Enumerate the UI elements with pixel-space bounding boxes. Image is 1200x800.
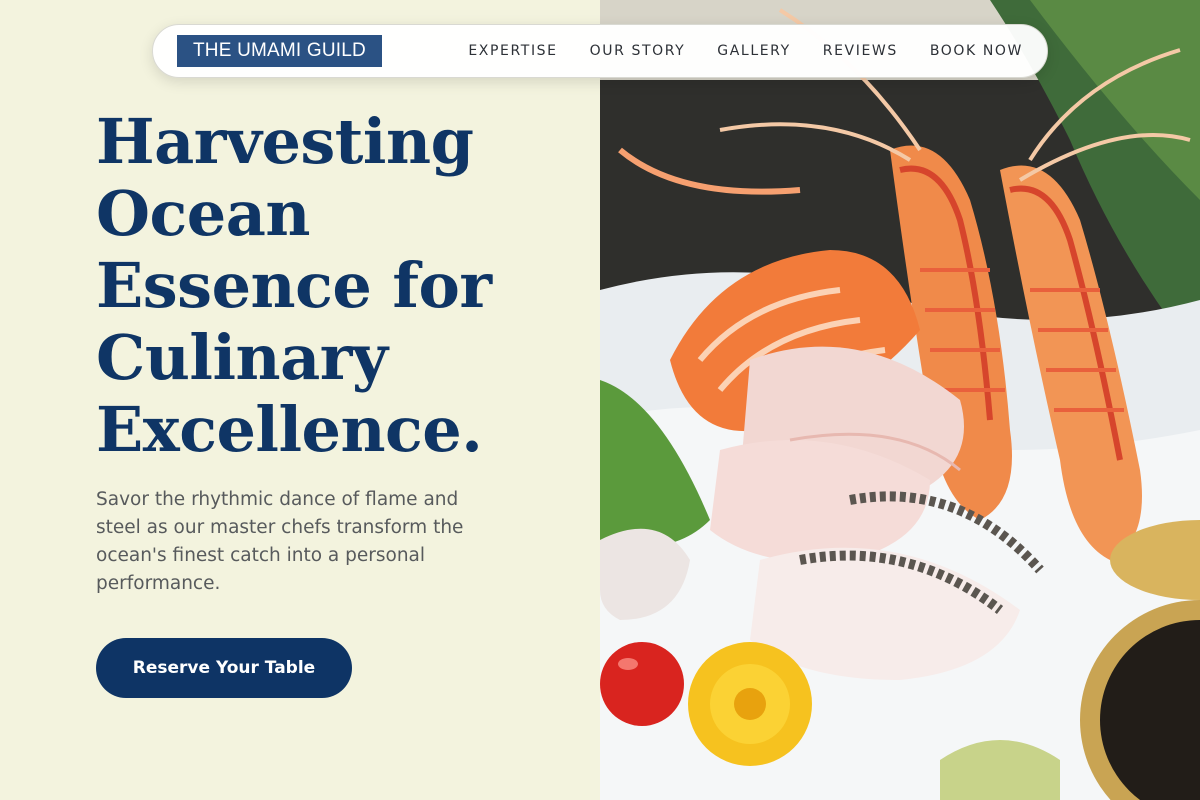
nav-link-gallery[interactable]: GALLERY	[717, 43, 790, 59]
hero-subtitle: Savor the rhythmic dance of flame and st…	[96, 489, 464, 594]
headline-line: Harvesting	[96, 105, 474, 178]
headline-line: Culinary	[96, 321, 388, 394]
tomato-highlight	[618, 658, 638, 670]
hero-headline: Harvesting Ocean Essence for Culinary Ex…	[96, 106, 576, 466]
headline-line: Ocean	[96, 177, 310, 250]
nav-links: EXPERTISE OUR STORY GALLERY REVIEWS BOOK…	[436, 43, 1023, 59]
headline-line: Essence for	[96, 249, 492, 322]
headline-line: Excellence.	[96, 393, 483, 466]
nav-link-expertise[interactable]: EXPERTISE	[468, 43, 557, 59]
chrysanthemum-flower	[688, 642, 812, 766]
nav-link-our-story[interactable]: OUR STORY	[590, 43, 686, 59]
hero-image	[600, 0, 1200, 800]
cherry-tomato	[600, 642, 684, 726]
reserve-table-button[interactable]: Reserve Your Table	[96, 638, 352, 698]
nav-link-reviews[interactable]: REVIEWS	[823, 43, 898, 59]
brand-logo[interactable]: THE UMAMI GUILD	[177, 35, 382, 67]
nav-link-book-now[interactable]: BOOK NOW	[930, 43, 1023, 59]
sashimi-platter-illustration	[600, 0, 1200, 800]
top-navbar: THE UMAMI GUILD EXPERTISE OUR STORY GALL…	[152, 24, 1048, 78]
